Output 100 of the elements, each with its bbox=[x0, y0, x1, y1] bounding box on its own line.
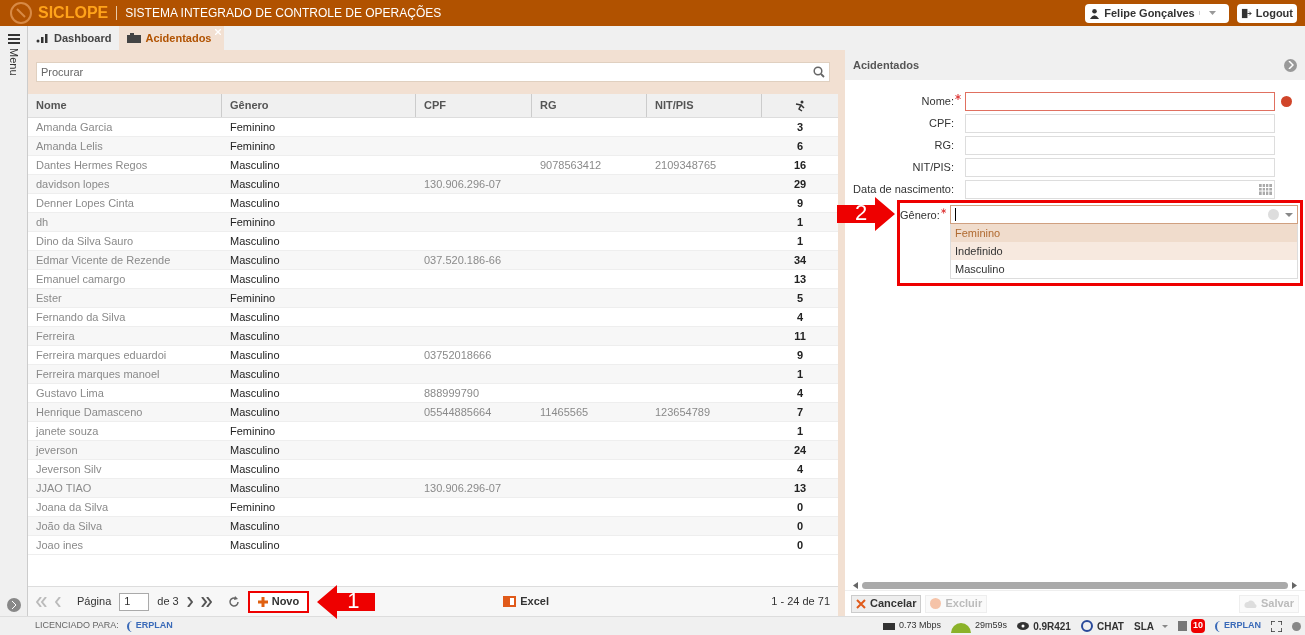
field-label: NIT/PIS: bbox=[912, 160, 954, 176]
scroll-right-icon[interactable] bbox=[1292, 581, 1297, 589]
logout-button[interactable]: Logout bbox=[1236, 3, 1297, 23]
cancel-button[interactable]: Cancelar bbox=[851, 594, 922, 613]
date-field[interactable] bbox=[965, 180, 1275, 199]
page-field[interactable]: 1 bbox=[119, 592, 150, 611]
session-gauge-icon bbox=[951, 622, 972, 633]
table-cell-text: 05544885664 bbox=[424, 404, 492, 420]
eye-icon bbox=[1017, 622, 1030, 630]
first-page-icon[interactable] bbox=[36, 596, 47, 607]
table-cell-text: Dantes Hermes Regos bbox=[36, 157, 148, 173]
table-cell-text: Masculino bbox=[230, 518, 280, 534]
table-cell-text: Ferreira bbox=[36, 328, 75, 344]
table-cell-text: Masculino bbox=[230, 366, 280, 382]
table-cell-text: 037.520.186-66 bbox=[424, 252, 502, 268]
scroll-left-icon[interactable] bbox=[853, 581, 858, 589]
column-header[interactable]: RG bbox=[532, 94, 647, 117]
panel-title: Acidentados bbox=[853, 57, 919, 73]
table-cell-text: 2109348765 bbox=[655, 157, 717, 173]
table-cell-text: 24 bbox=[793, 442, 807, 458]
table-cell-text: 130.906.296-07 bbox=[424, 480, 502, 496]
table-cell-text: Dino da Silva Sauro bbox=[36, 233, 134, 249]
menu-icon bbox=[7, 34, 20, 44]
search-icon bbox=[813, 66, 825, 78]
chat-button[interactable]: CHAT bbox=[1080, 618, 1124, 634]
select-field[interactable] bbox=[950, 205, 1298, 224]
table-cell-text: Masculino bbox=[230, 271, 280, 287]
table-cell-text: 0 bbox=[796, 518, 804, 534]
table-cell-text: 130.906.296-07 bbox=[424, 176, 502, 192]
version-label: 0.9R421 bbox=[1033, 619, 1071, 634]
plus-icon bbox=[257, 596, 268, 607]
next-page-icon[interactable] bbox=[186, 596, 193, 607]
next-icon[interactable] bbox=[1287, 61, 1294, 69]
table-cell-text: davidson lopes bbox=[36, 176, 110, 192]
record-range: 1 - 24 de 71 bbox=[771, 594, 830, 610]
network-speed: 0.73 Mbps bbox=[899, 619, 942, 633]
table-cell-text: JJAO TIAO bbox=[36, 480, 92, 496]
table-cell-text: Masculino bbox=[230, 442, 280, 458]
table-cell-text: Masculino bbox=[230, 461, 280, 477]
table-cell-text: 4 bbox=[796, 461, 804, 477]
table-cell-text: 13 bbox=[793, 271, 807, 287]
network-icon bbox=[883, 622, 896, 630]
field-label: CPF: bbox=[928, 116, 954, 132]
table-cell-text: Masculino bbox=[230, 347, 280, 363]
column-header[interactable]: NIT/PIS bbox=[647, 94, 762, 117]
table-cell-text: jeverson bbox=[36, 442, 78, 458]
table-cell-text: 03752018666 bbox=[424, 347, 492, 363]
table-cell-text: Masculino bbox=[230, 480, 280, 496]
notes-icon[interactable] bbox=[1177, 621, 1187, 631]
alert-badge: 10 bbox=[1190, 619, 1205, 633]
table-cell-text: Masculino bbox=[230, 404, 280, 420]
bar-chart-icon bbox=[36, 33, 50, 43]
table-cell-text: 29 bbox=[793, 176, 807, 192]
tab[interactable]: Acidentados bbox=[119, 26, 225, 50]
new-button[interactable]: Novo bbox=[247, 590, 310, 613]
session-timer: 29m59s bbox=[975, 619, 1008, 633]
input-field[interactable] bbox=[965, 92, 1275, 111]
scrollbar-thumb[interactable] bbox=[862, 581, 1288, 589]
callout-number: 2 bbox=[855, 200, 868, 226]
app-logo: SICLOPE bbox=[38, 3, 109, 23]
excel-icon bbox=[503, 595, 517, 608]
user-menu-button[interactable]: Felipe Gonçalves bbox=[1085, 3, 1229, 23]
table-cell-text: Joao ines bbox=[36, 537, 84, 553]
table-cell-text: Jeverson Silv bbox=[36, 461, 102, 477]
table-cell-text: Masculino bbox=[230, 385, 280, 401]
page-label: Página bbox=[77, 594, 112, 610]
table-cell-text: 5 bbox=[796, 290, 804, 306]
table-cell-text: Ester bbox=[36, 290, 62, 306]
column-header[interactable]: Gênero bbox=[222, 94, 416, 117]
calendar-icon bbox=[1259, 184, 1272, 195]
table-cell-text: Amanda Garcia bbox=[36, 119, 113, 135]
dropdown-option[interactable]: Indefinido bbox=[951, 242, 1297, 260]
excel-button[interactable]: Excel bbox=[503, 593, 549, 610]
table-cell-text: Masculino bbox=[230, 537, 280, 553]
panel-splitter[interactable] bbox=[838, 50, 845, 616]
caret-icon[interactable] bbox=[1285, 212, 1293, 217]
expand-icon bbox=[10, 601, 17, 609]
table-cell-text: Masculino bbox=[230, 328, 280, 344]
refresh-icon[interactable] bbox=[227, 595, 240, 608]
table-cell-text: 7 bbox=[796, 404, 804, 420]
table-cell-text: Feminino bbox=[230, 499, 276, 515]
table-cell-text: João da Silva bbox=[36, 518, 103, 534]
error-icon bbox=[1281, 96, 1292, 107]
previous-page-icon[interactable] bbox=[55, 596, 61, 607]
dropdown-option[interactable]: Masculino bbox=[951, 260, 1297, 278]
table-cell-text: Denner Lopes Cinta bbox=[36, 195, 134, 211]
sla-button[interactable]: SLA bbox=[1133, 618, 1168, 634]
table-cell-text: Masculino bbox=[230, 195, 280, 211]
column-header[interactable]: Nome bbox=[28, 94, 222, 117]
last-page-icon[interactable] bbox=[200, 596, 212, 607]
falling-person-icon bbox=[794, 99, 806, 112]
table-cell-text: Joana da Silva bbox=[36, 499, 109, 515]
fullscreen-icon[interactable] bbox=[1271, 620, 1282, 632]
table-cell-text: 9 bbox=[796, 195, 804, 211]
table-cell-text: Feminino bbox=[230, 214, 276, 230]
field-label: RG: bbox=[934, 138, 954, 154]
column-header[interactable]: CPF bbox=[416, 94, 532, 117]
table-cell-text: janete souza bbox=[36, 423, 99, 439]
table-cell-text: 1 bbox=[796, 366, 804, 382]
brand-name: ERPLAN bbox=[135, 619, 173, 633]
